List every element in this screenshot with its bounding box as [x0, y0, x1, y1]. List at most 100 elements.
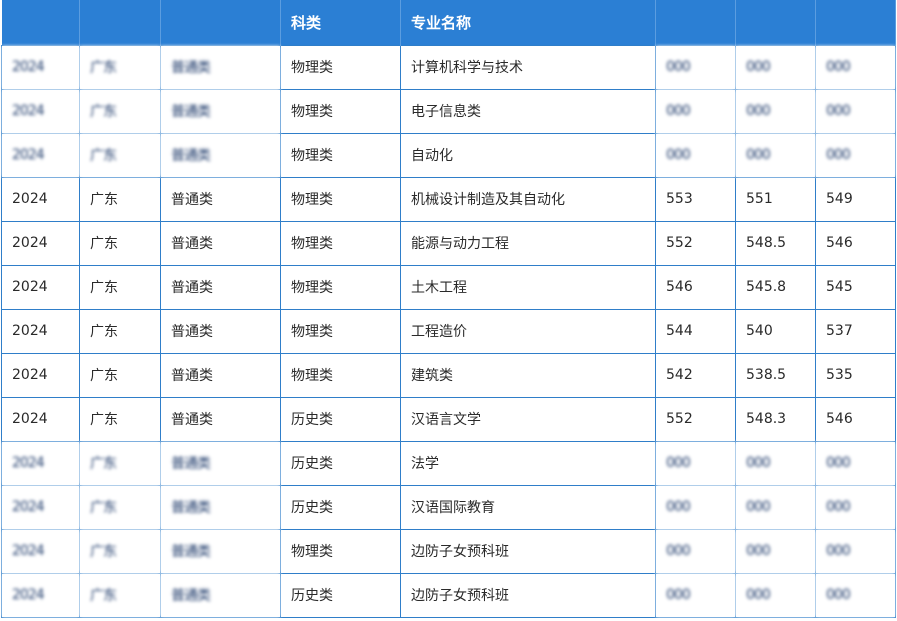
- cell-major-name: 边防子女预科班: [400, 572, 656, 618]
- cell-avg-score: 000: [735, 572, 816, 618]
- cell-enroll-type: 普通类: [160, 44, 281, 90]
- cell-year: 2024: [1, 396, 80, 442]
- cell-year: 2024: [1, 220, 80, 266]
- cell-max-score: 542: [655, 352, 736, 398]
- cell-major-name: 土木工程: [400, 264, 656, 310]
- score-table-container: 科类 专业名称 2024 广东 普通类 物理类 计算机科学与技术 000 000 000 202…: [0, 0, 897, 621]
- cell-year: 2024: [1, 132, 80, 178]
- cell-subject-category: 历史类: [280, 440, 401, 486]
- header-row: 科类 专业名称: [1, 0, 896, 45]
- table-row: 2024 广东 普通类 物理类 边防子女预科班 000 000 000: [1, 528, 896, 574]
- cell-year: 2024: [1, 440, 80, 486]
- cell-major-name: 自动化: [400, 132, 656, 178]
- table-row: 2024 广东 普通类 物理类 工程造价 544 540 537: [1, 308, 896, 354]
- header-enroll-type: [160, 0, 281, 45]
- cell-major-name: 建筑类: [400, 352, 656, 398]
- cell-subject-category: 历史类: [280, 484, 401, 530]
- cell-enroll-type: 普通类: [160, 440, 281, 486]
- cell-min-score: 000: [815, 484, 896, 530]
- cell-min-score: 546: [815, 396, 896, 442]
- table-row: 2024 广东 普通类 物理类 建筑类 542 538.5 535: [1, 352, 896, 398]
- cell-subject-category: 历史类: [280, 572, 401, 618]
- header-min-score: [815, 0, 896, 45]
- table-body: 2024 广东 普通类 物理类 计算机科学与技术 000 000 000 2024 广东 普通类 物理…: [1, 44, 896, 618]
- cell-min-score: 549: [815, 176, 896, 222]
- cell-avg-score: 000: [735, 528, 816, 574]
- cell-enroll-type: 普通类: [160, 396, 281, 442]
- cell-major-name: 边防子女预科班: [400, 528, 656, 574]
- cell-max-score: 000: [655, 528, 736, 574]
- cell-major-name: 法学: [400, 440, 656, 486]
- cell-province: 广东: [79, 132, 161, 178]
- cell-max-score: 552: [655, 220, 736, 266]
- cell-year: 2024: [1, 176, 80, 222]
- cell-year: 2024: [1, 572, 80, 618]
- cell-max-score: 000: [655, 484, 736, 530]
- cell-major-name: 能源与动力工程: [400, 220, 656, 266]
- cell-min-score: 000: [815, 88, 896, 134]
- cell-min-score: 535: [815, 352, 896, 398]
- cell-avg-score: 000: [735, 132, 816, 178]
- cell-max-score: 546: [655, 264, 736, 310]
- cell-max-score: 000: [655, 44, 736, 90]
- cell-avg-score: 545.8: [735, 264, 816, 310]
- cell-year: 2024: [1, 44, 80, 90]
- cell-major-name: 汉语国际教育: [400, 484, 656, 530]
- cell-min-score: 000: [815, 44, 896, 90]
- cell-province: 广东: [79, 176, 161, 222]
- cell-year: 2024: [1, 308, 80, 354]
- cell-min-score: 000: [815, 440, 896, 486]
- cell-max-score: 000: [655, 132, 736, 178]
- cell-major-name: 计算机科学与技术: [400, 44, 656, 90]
- cell-min-score: 546: [815, 220, 896, 266]
- cell-enroll-type: 普通类: [160, 484, 281, 530]
- table-row: 2024 广东 普通类 历史类 汉语言文学 552 548.3 546: [1, 396, 896, 442]
- cell-province: 广东: [79, 308, 161, 354]
- cell-enroll-type: 普通类: [160, 308, 281, 354]
- cell-enroll-type: 普通类: [160, 528, 281, 574]
- cell-enroll-type: 普通类: [160, 572, 281, 618]
- cell-year: 2024: [1, 484, 80, 530]
- cell-max-score: 552: [655, 396, 736, 442]
- table-row: 2024 广东 普通类 物理类 机械设计制造及其自动化 553 551 549: [1, 176, 896, 222]
- table-row: 2024 广东 普通类 历史类 边防子女预科班 000 000 000: [1, 572, 896, 618]
- header-year: [1, 0, 80, 45]
- cell-year: 2024: [1, 88, 80, 134]
- cell-enroll-type: 普通类: [160, 264, 281, 310]
- cell-province: 广东: [79, 44, 161, 90]
- cell-subject-category: 物理类: [280, 176, 401, 222]
- cell-province: 广东: [79, 528, 161, 574]
- cell-subject-category: 物理类: [280, 264, 401, 310]
- table-row: 2024 广东 普通类 物理类 计算机科学与技术 000 000 000: [1, 44, 896, 90]
- cell-major-name: 工程造价: [400, 308, 656, 354]
- cell-min-score: 000: [815, 572, 896, 618]
- cell-province: 广东: [79, 572, 161, 618]
- cell-year: 2024: [1, 352, 80, 398]
- cell-enroll-type: 普通类: [160, 132, 281, 178]
- cell-max-score: 000: [655, 572, 736, 618]
- table-row: 2024 广东 普通类 历史类 汉语国际教育 000 000 000: [1, 484, 896, 530]
- cell-avg-score: 540: [735, 308, 816, 354]
- cell-min-score: 545: [815, 264, 896, 310]
- cell-avg-score: 548.3: [735, 396, 816, 442]
- cell-max-score: 000: [655, 440, 736, 486]
- cell-province: 广东: [79, 352, 161, 398]
- table-row: 2024 广东 普通类 历史类 法学 000 000 000: [1, 440, 896, 486]
- header-avg-score: [735, 0, 816, 45]
- admission-score-table: 科类 专业名称 2024 广东 普通类 物理类 计算机科学与技术 000 000 000 202…: [1, 0, 896, 618]
- cell-avg-score: 551: [735, 176, 816, 222]
- cell-avg-score: 000: [735, 44, 816, 90]
- cell-year: 2024: [1, 528, 80, 574]
- cell-province: 广东: [79, 396, 161, 442]
- cell-enroll-type: 普通类: [160, 220, 281, 266]
- cell-avg-score: 538.5: [735, 352, 816, 398]
- table-row: 2024 广东 普通类 物理类 电子信息类 000 000 000: [1, 88, 896, 134]
- cell-avg-score: 000: [735, 88, 816, 134]
- cell-enroll-type: 普通类: [160, 88, 281, 134]
- cell-avg-score: 000: [735, 440, 816, 486]
- cell-enroll-type: 普通类: [160, 176, 281, 222]
- cell-province: 广东: [79, 88, 161, 134]
- cell-subject-category: 历史类: [280, 396, 401, 442]
- cell-max-score: 544: [655, 308, 736, 354]
- cell-min-score: 537: [815, 308, 896, 354]
